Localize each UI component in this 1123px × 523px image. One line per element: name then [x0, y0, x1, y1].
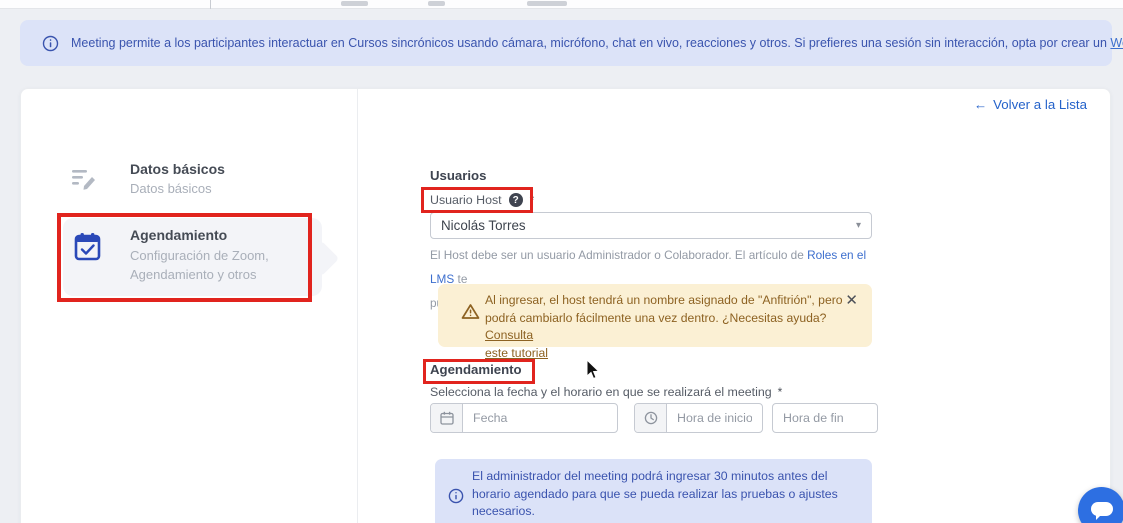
start-time-input[interactable]: [667, 404, 762, 432]
step-subtitle: Datos básicos: [130, 179, 330, 198]
schedule-step-icon-wrap: [73, 232, 102, 262]
back-link-label: Volver a la Lista: [993, 97, 1087, 112]
top-text-fragment: [527, 1, 567, 6]
step-title: Datos básicos: [130, 161, 330, 177]
host-field-label: Usuario Host ? *: [430, 193, 534, 207]
top-text-fragment: [341, 1, 368, 6]
schedule-section-heading: Agendamiento: [430, 362, 522, 377]
date-input[interactable]: [463, 404, 617, 432]
schedule-field-label: Selecciona la fecha y el horario en que …: [430, 385, 782, 399]
host-warning-alert: Al ingresar, el host tendrá un nombre as…: [438, 284, 872, 347]
chat-widget-button[interactable]: [1078, 487, 1123, 523]
tutorial-link[interactable]: Consulta: [485, 328, 533, 342]
arrow-left-icon: ←: [974, 97, 987, 112]
basic-data-step-icon-wrap: [70, 166, 100, 192]
info-icon: [42, 35, 59, 52]
sidebar-step-schedule[interactable]: Agendamiento Configuración de Zoom, Agen…: [130, 227, 320, 284]
meeting-info-banner: Meeting permite a los participantes inte…: [20, 20, 1112, 66]
help-icon[interactable]: ?: [509, 193, 523, 207]
host-select-value: Nicolás Torres: [441, 218, 856, 233]
back-to-list-link[interactable]: ← Volver a la Lista: [974, 97, 1087, 112]
host-label-text: Usuario Host: [430, 193, 502, 207]
users-section-heading: Usuarios: [430, 168, 486, 183]
end-time-input[interactable]: [773, 404, 877, 432]
step-title: Agendamiento: [130, 227, 320, 243]
meeting-setup-page: Meeting permite a los participantes inte…: [0, 0, 1123, 523]
top-text-fragment: [428, 1, 445, 6]
required-asterisk: *: [530, 193, 535, 207]
webinar-link[interactable]: Webinar: [1110, 36, 1123, 50]
end-time-field: [772, 403, 878, 433]
top-divider: [210, 0, 211, 9]
schedule-info-text: El administrador del meeting podrá ingre…: [472, 468, 852, 521]
tutorial-link[interactable]: este tutorial: [485, 346, 548, 360]
clock-icon: [635, 404, 667, 432]
step-subtitle: Configuración de Zoom, Agendamiento y ot…: [130, 246, 320, 284]
sidebar-divider: [357, 89, 358, 523]
start-time-field: [634, 403, 763, 433]
edit-list-icon: [70, 166, 100, 192]
chevron-down-icon: ▾: [856, 220, 861, 231]
calendar-icon: [431, 404, 463, 432]
mouse-cursor: [585, 359, 600, 381]
top-cropped-row: [0, 0, 1123, 9]
warning-triangle-icon: [461, 303, 480, 320]
close-icon[interactable]: ✕: [845, 291, 858, 309]
banner-text: Meeting permite a los participantes inte…: [71, 36, 1123, 50]
schedule-info-box: El administrador del meeting podrá ingre…: [435, 459, 872, 523]
chat-bubble-icon: [1090, 501, 1114, 521]
warning-text: Al ingresar, el host tendrá un nombre as…: [485, 292, 865, 362]
date-field: [430, 403, 618, 433]
calendar-check-icon: [73, 232, 102, 262]
host-select[interactable]: Nicolás Torres ▾: [430, 212, 872, 239]
sidebar-step-basic-data[interactable]: Datos básicos Datos básicos: [130, 161, 330, 198]
required-asterisk: *: [778, 385, 783, 399]
info-icon: [448, 488, 464, 504]
